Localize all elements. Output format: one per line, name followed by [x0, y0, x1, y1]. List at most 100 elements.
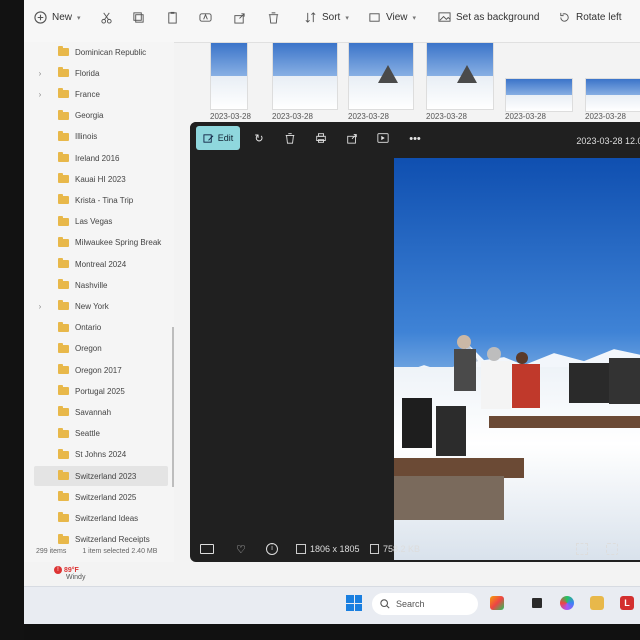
sidebar-folder-item[interactable]: Montreal 2024: [34, 254, 168, 274]
share-icon[interactable]: [345, 132, 359, 146]
info-icon[interactable]: i: [266, 543, 278, 555]
sidebar-folder-item[interactable]: St Johns 2024: [34, 445, 168, 465]
sidebar-folder-item[interactable]: Switzerland Ideas: [34, 508, 168, 528]
sidebar-folder-label: Oregon 2017: [75, 365, 122, 375]
task-view-icon[interactable]: [530, 596, 544, 610]
sidebar-folder-item[interactable]: Milwaukee Spring Break: [34, 233, 168, 253]
sidebar-folder-item[interactable]: Switzerland 2025: [34, 487, 168, 507]
cut-button[interactable]: [100, 11, 113, 24]
photo-viewer-window: Edit ↻ ••• 2023-03-28 12.06.44: [190, 122, 640, 562]
thumbnail-sky: [586, 79, 640, 97]
sidebar-folder-label: France: [75, 89, 100, 99]
photo-canvas[interactable]: [394, 158, 640, 560]
set-as-background-button[interactable]: Set as background: [438, 11, 539, 24]
edit-image-icon: [203, 133, 214, 143]
sidebar-folder-item[interactable]: Las Vegas: [34, 212, 168, 232]
sort-button[interactable]: Sort ▾: [304, 11, 349, 24]
copilot-icon[interactable]: [560, 596, 574, 610]
filmstrip-icon[interactable]: [200, 544, 214, 554]
sidebar-folder-item[interactable]: Oregon 2017: [34, 360, 168, 380]
sidebar-folder-item[interactable]: › New York: [34, 296, 168, 316]
search-icon: [380, 599, 390, 609]
sidebar-folder-label: Savannah: [75, 407, 112, 417]
widgets-app-icon[interactable]: [490, 596, 504, 610]
sidebar-folder-item[interactable]: Ireland 2016: [34, 148, 168, 168]
print-icon[interactable]: [314, 132, 328, 146]
rotate-left-button[interactable]: Rotate left: [558, 11, 622, 24]
folder-icon: [58, 342, 69, 353]
folder-icon: [58, 109, 69, 120]
photo-thumbnail[interactable]: [272, 42, 338, 110]
sidebar-folder-item[interactable]: Illinois: [34, 127, 168, 147]
taskbar-search[interactable]: Search: [372, 593, 478, 615]
photo-people-scene: [394, 335, 640, 520]
chevron-down-icon: ▾: [412, 14, 417, 22]
sidebar-folder-item[interactable]: Switzerland 2023: [34, 466, 168, 486]
folder-icon: [58, 279, 69, 290]
folder-icon: [58, 448, 69, 459]
thumbnail-sky: [211, 43, 247, 80]
sidebar-folder-item[interactable]: Dominican Republic: [34, 42, 168, 62]
sidebar-folder-item[interactable]: Switzerland Receipts: [34, 530, 168, 550]
screen: New ▾ Sort ▾ View ▾ Set as background Ro…: [24, 0, 640, 640]
rotate-left-icon: [560, 12, 569, 22]
photo-thumbnail[interactable]: [210, 42, 248, 110]
sidebar-folder-item[interactable]: › France: [34, 84, 168, 104]
sidebar-folder-label: Switzerland 2025: [75, 492, 137, 502]
new-label: New: [52, 12, 73, 23]
file-explorer-app-icon[interactable]: [590, 596, 604, 610]
sort-icon: [305, 12, 316, 23]
sidebar-folder-item[interactable]: Nashville: [34, 275, 168, 295]
windows-taskbar: Search L: [24, 586, 640, 625]
chevron-right-icon[interactable]: ›: [34, 69, 46, 78]
zoom-fit-icon[interactable]: [576, 543, 588, 555]
photo-thumbnail[interactable]: [585, 78, 640, 112]
paste-button[interactable]: [166, 11, 179, 24]
rename-button[interactable]: [199, 11, 212, 24]
file-explorer-toolbar: New ▾ Sort ▾ View ▾ Set as background Ro…: [24, 0, 640, 43]
sidebar-folder-item[interactable]: Oregon: [34, 339, 168, 359]
red-app-icon[interactable]: L: [620, 596, 634, 610]
more-options-icon[interactable]: •••: [408, 132, 422, 146]
folder-icon: [58, 491, 69, 502]
delete-icon[interactable]: [283, 132, 297, 146]
sidebar-folder-label: Milwaukee Spring Break: [75, 238, 162, 248]
edit-label: Edit: [217, 133, 234, 143]
favorite-heart-icon[interactable]: ♡: [236, 543, 246, 556]
sidebar-folder-label: Dominican Republic: [75, 47, 147, 57]
chevron-right-icon[interactable]: ›: [34, 302, 46, 311]
edit-button[interactable]: Edit: [196, 126, 240, 150]
view-button[interactable]: View ▾: [368, 11, 416, 24]
folder-icon: [58, 194, 69, 205]
rotate-icon[interactable]: ↻: [252, 132, 266, 146]
photo-thumbnail[interactable]: [348, 42, 414, 110]
new-button[interactable]: New ▾: [34, 11, 81, 24]
folder-icon: [58, 173, 69, 184]
sidebar-scrollbar[interactable]: [172, 327, 174, 487]
weather-widget[interactable]: ! 89°F Windy: [54, 566, 85, 581]
photo-thumbnail[interactable]: [505, 78, 573, 112]
item-count: 299 items: [36, 548, 67, 555]
sidebar-folder-item[interactable]: Ontario: [34, 318, 168, 338]
sidebar-folder-item[interactable]: Georgia: [34, 106, 168, 126]
slideshow-icon[interactable]: [376, 132, 390, 146]
sidebar-folder-label: Oregon: [75, 344, 102, 354]
folder-icon: [58, 385, 69, 396]
windows-start-icon[interactable]: [346, 595, 362, 611]
sidebar-folder-item[interactable]: Savannah: [34, 402, 168, 422]
thumbnail-peak: [377, 64, 398, 83]
sidebar-folder-item[interactable]: › Florida: [34, 63, 168, 83]
folder-icon: [58, 152, 69, 162]
sidebar-folder-item[interactable]: Krista - Tina Trip: [34, 190, 168, 210]
delete-button[interactable]: [267, 11, 280, 24]
sidebar-folder-item[interactable]: Seattle: [34, 424, 168, 444]
copy-button[interactable]: [132, 11, 145, 24]
sidebar-folder-item[interactable]: Portugal 2025: [34, 381, 168, 401]
thumbnail-sky: [273, 43, 337, 80]
zoom-actual-icon[interactable]: [606, 543, 618, 555]
photo-thumbnail[interactable]: [426, 42, 494, 110]
share-button[interactable]: [233, 11, 246, 24]
sidebar-folder-item[interactable]: Kauai HI 2023: [34, 169, 168, 189]
chevron-right-icon[interactable]: ›: [34, 90, 46, 99]
thumbnail-sky: [506, 79, 572, 97]
